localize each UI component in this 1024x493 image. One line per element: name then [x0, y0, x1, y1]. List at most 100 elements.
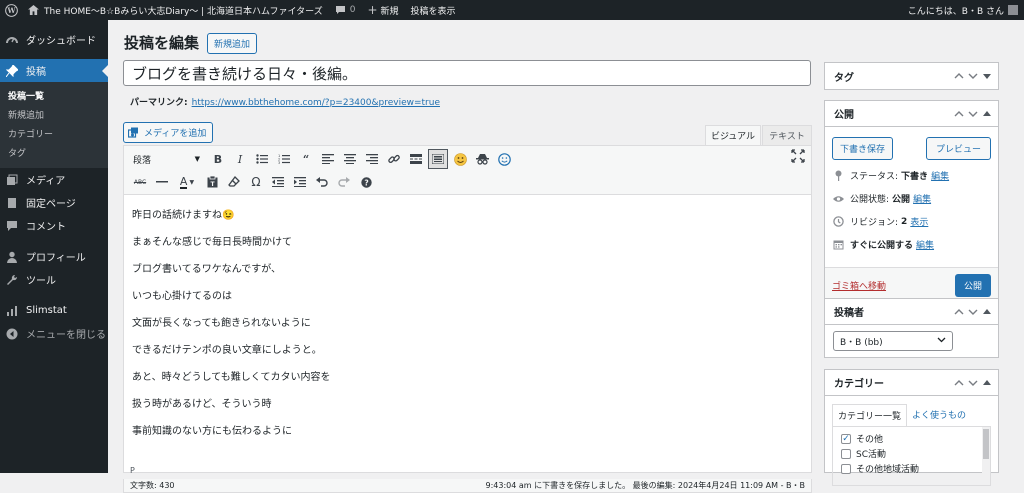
smiley-icon[interactable] [494, 149, 514, 169]
chevron-up-icon[interactable] [954, 307, 964, 317]
align-right-icon[interactable] [362, 149, 382, 169]
blockquote-icon[interactable]: “ [296, 149, 316, 169]
fullscreen-toggle-icon[interactable] [791, 149, 805, 166]
sidebar-subitem-add-new[interactable]: 新規追加 [0, 105, 108, 124]
category-box-header[interactable]: カテゴリー [825, 370, 998, 396]
category-checkbox[interactable] [841, 448, 851, 459]
category-box: カテゴリー カテゴリー一覧 よく使うもの ✓ その他 SC活動 その他地域活動 [824, 369, 999, 486]
history-icon [833, 216, 844, 227]
tags-box-header[interactable]: タグ [825, 63, 998, 89]
tab-all-categories[interactable]: カテゴリー一覧 [832, 404, 908, 426]
link-icon[interactable] [384, 149, 404, 169]
sidebar-item-dashboard[interactable]: ダッシュボード [0, 28, 108, 51]
align-center-icon[interactable] [340, 149, 360, 169]
strikethrough-icon[interactable]: ABC [130, 172, 150, 192]
sidebar-subitem-tags[interactable]: タグ [0, 143, 108, 162]
sidebar-subitem-all-posts[interactable]: 投稿一覧 [0, 86, 108, 105]
format-select[interactable]: 段落 ▼ [130, 151, 204, 167]
list-item[interactable]: SC活動 [833, 446, 990, 461]
chevron-up-icon[interactable] [954, 71, 964, 81]
sidebar-item-media[interactable]: メディア [0, 168, 108, 191]
save-draft-button[interactable]: 下書き保存 [832, 137, 894, 160]
help-icon[interactable]: ? [356, 172, 376, 192]
tab-visual[interactable]: ビジュアル [705, 125, 761, 145]
list-item[interactable]: ✓ その他 [833, 431, 990, 446]
outdent-icon[interactable] [268, 172, 288, 192]
new-label: 新規 [380, 6, 399, 17]
status-value: 下書き [901, 172, 929, 182]
move-to-trash-link[interactable]: ゴミ箱へ移動 [832, 279, 886, 292]
paste-as-text-icon[interactable]: T [202, 172, 222, 192]
toggle-panel-icon[interactable] [982, 378, 992, 388]
toggle-panel-icon[interactable] [982, 109, 992, 119]
site-title: The HOME～B☆Bみらい大志Diary～ | 北海道日本ハムファイターズ [44, 6, 323, 17]
view-revisions-link[interactable]: 表示 [910, 215, 928, 228]
chevron-down-icon[interactable] [968, 71, 978, 81]
add-new-button[interactable]: 新規追加 [207, 33, 258, 54]
author-box-header[interactable]: 投稿者 [825, 299, 998, 325]
list-item[interactable]: その他地域活動 [833, 461, 990, 476]
sidebar-item-tools[interactable]: ツール [0, 268, 108, 291]
undo-icon[interactable] [312, 172, 332, 192]
sidebar-item-posts[interactable]: 投稿 [0, 59, 108, 82]
chevron-down-icon[interactable] [968, 109, 978, 119]
add-media-button[interactable]: メディアを追加 [123, 122, 214, 143]
tab-most-used[interactable]: よく使うもの [907, 404, 971, 426]
bold-icon[interactable]: B [208, 149, 228, 169]
numbered-list-icon[interactable]: 123 [274, 149, 294, 169]
view-post-link[interactable]: 投稿を表示 [405, 0, 462, 20]
toolbar-toggle-icon[interactable] [428, 149, 448, 169]
post-title-input[interactable]: ブログを書き続ける日々・後編。 [123, 60, 811, 86]
chevron-down-icon[interactable] [968, 307, 978, 317]
read-more-icon[interactable] [406, 149, 426, 169]
emoji-icon[interactable] [450, 149, 470, 169]
redo-icon[interactable] [334, 172, 354, 192]
comment-icon [6, 220, 18, 232]
user-greeting[interactable]: こんにちは、B・B さん [902, 0, 1024, 20]
editor-content-area[interactable]: 昨日の話続けますね😉 まぁそんな感じで毎日長時間かけて ブログ書いてるワケなんで… [124, 195, 811, 452]
sidebar-subitem-categories[interactable]: カテゴリー [0, 124, 108, 143]
preview-button[interactable]: プレビュー [925, 137, 991, 160]
sidebar-item-slimstat[interactable]: Slimstat [0, 299, 108, 322]
category-label: SC活動 [856, 450, 886, 460]
horizontal-line-icon[interactable] [152, 172, 172, 192]
incognito-icon[interactable] [472, 149, 492, 169]
chevron-down-icon[interactable] [968, 378, 978, 388]
sidebar-item-pages[interactable]: 固定ページ [0, 191, 108, 214]
site-name-link[interactable]: The HOME～B☆Bみらい大志Diary～ | 北海道日本ハムファイターズ [22, 0, 329, 20]
new-content-link[interactable]: + 新規 [361, 0, 404, 20]
edit-visibility-link[interactable]: 編集 [913, 192, 931, 205]
category-checkbox[interactable] [841, 463, 851, 474]
chevron-down-icon [937, 336, 946, 346]
wordpress-logo-icon[interactable]: W [0, 0, 22, 20]
chevron-up-icon[interactable] [954, 109, 964, 119]
bullet-list-icon[interactable] [252, 149, 272, 169]
chevron-up-icon[interactable] [954, 378, 964, 388]
svg-text:3: 3 [278, 161, 280, 164]
edit-date-link[interactable]: 編集 [916, 238, 934, 251]
publish-box: 公開 下書き保存 プレビュー ステータス: 下書き 編集 公開状態: 公開 編集 [824, 100, 999, 304]
sidebar-item-comments[interactable]: コメント [0, 214, 108, 237]
category-checkbox[interactable]: ✓ [841, 433, 851, 444]
indent-icon[interactable] [290, 172, 310, 192]
category-scrollbar[interactable] [982, 427, 990, 485]
tab-text[interactable]: テキスト [762, 125, 812, 145]
clear-formatting-icon[interactable] [224, 172, 244, 192]
italic-icon[interactable]: I [230, 149, 250, 169]
toggle-panel-icon[interactable] [982, 307, 992, 317]
collapse-menu-button[interactable]: メニューを閉じる [0, 322, 108, 345]
author-box: 投稿者 B・B (bb) [824, 298, 999, 358]
visibility-label: 公開状態: [850, 195, 890, 205]
sidebar-item-profile[interactable]: プロフィール [0, 245, 108, 268]
special-character-icon[interactable]: Ω [246, 172, 266, 192]
permalink-url-link[interactable]: https://www.bbthehome.com/?p=23400&previ… [192, 98, 440, 108]
comments-link[interactable]: 0 [329, 0, 362, 20]
align-left-icon[interactable] [318, 149, 338, 169]
sidebar-label: ダッシュボード [26, 36, 96, 47]
publish-button[interactable]: 公開 [954, 274, 991, 297]
edit-status-link[interactable]: 編集 [931, 169, 949, 182]
author-select[interactable]: B・B (bb) [833, 331, 953, 351]
toggle-panel-icon[interactable] [982, 71, 992, 81]
text-color-icon[interactable]: A ▼ [174, 172, 200, 192]
publish-box-header[interactable]: 公開 [825, 101, 998, 127]
